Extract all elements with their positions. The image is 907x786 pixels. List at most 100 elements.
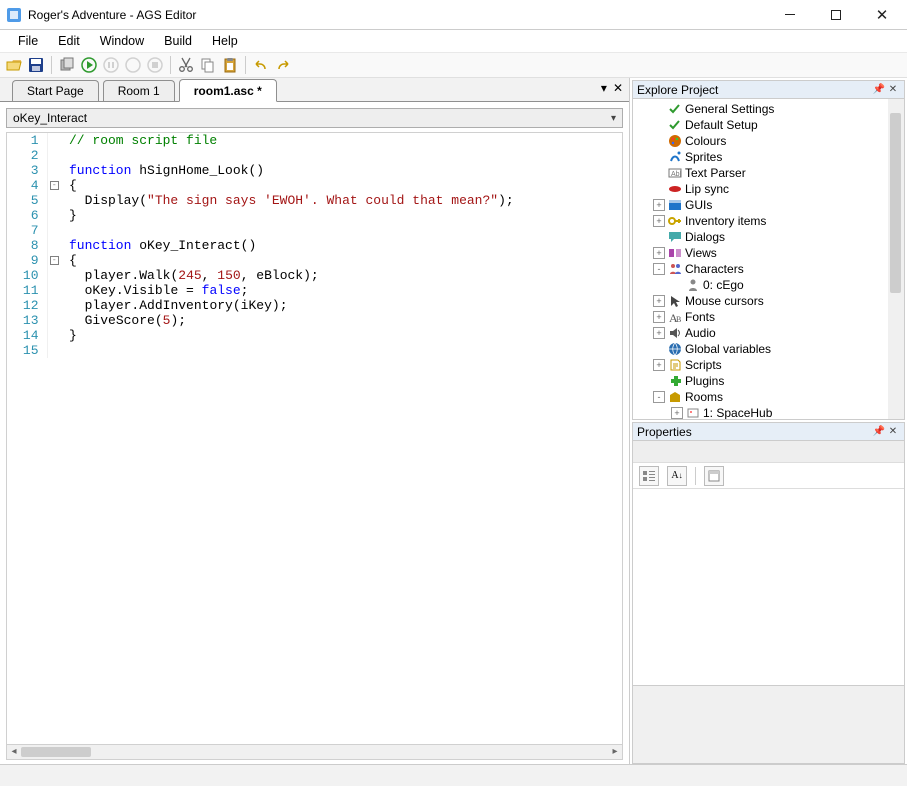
expander-icon[interactable]: - [653, 263, 665, 275]
code-line[interactable]: 12 player.AddInventory(iKey); [7, 298, 622, 313]
fold-gutter[interactable] [47, 283, 61, 298]
code-editor[interactable]: 1 // room script file 2 3 function hSign… [6, 132, 623, 744]
expander-icon[interactable]: + [653, 215, 665, 227]
code-line[interactable]: 7 [7, 223, 622, 238]
tree-node[interactable]: Global variables [633, 341, 904, 357]
code-line[interactable]: 1 // room script file [7, 133, 622, 148]
scroll-right-icon[interactable]: ▸ [608, 745, 622, 759]
fold-gutter[interactable] [47, 298, 61, 313]
expander-icon[interactable] [653, 103, 665, 115]
tree-node[interactable]: Dialogs [633, 229, 904, 245]
code-line[interactable]: 14 } [7, 328, 622, 343]
fold-gutter[interactable] [47, 163, 61, 178]
expander-icon[interactable]: + [653, 327, 665, 339]
project-tree[interactable]: General Settings Default Setup Colours S… [633, 99, 904, 419]
code-text[interactable] [61, 343, 622, 358]
menu-file[interactable]: File [8, 32, 48, 50]
run-icon[interactable] [79, 55, 99, 75]
fold-gutter[interactable] [47, 238, 61, 253]
code-line[interactable]: 10 player.Walk(245, 150, eBlock); [7, 268, 622, 283]
redo-icon[interactable] [273, 55, 293, 75]
code-text[interactable]: } [61, 328, 622, 343]
code-text[interactable]: // room script file [61, 133, 622, 148]
fold-gutter[interactable]: - [47, 178, 61, 193]
tree-node[interactable]: + Scripts [633, 357, 904, 373]
fold-gutter[interactable] [47, 268, 61, 283]
expander-icon[interactable] [653, 231, 665, 243]
code-text[interactable]: player.Walk(245, 150, eBlock); [61, 268, 622, 283]
code-line[interactable]: 8 function oKey_Interact() [7, 238, 622, 253]
pin-icon[interactable]: 📌 [872, 426, 886, 437]
fold-gutter[interactable] [47, 208, 61, 223]
code-text[interactable]: { [61, 253, 622, 268]
tree-node[interactable]: + Views [633, 245, 904, 261]
menu-help[interactable]: Help [202, 32, 248, 50]
expander-icon[interactable]: + [671, 407, 683, 419]
code-line[interactable]: 5 Display("The sign says 'EWOH'. What co… [7, 193, 622, 208]
expander-icon[interactable]: + [653, 359, 665, 371]
code-text[interactable]: { [61, 178, 622, 193]
fold-gutter[interactable] [47, 133, 61, 148]
tree-node[interactable]: + Inventory items [633, 213, 904, 229]
fold-gutter[interactable] [47, 223, 61, 238]
expander-icon[interactable]: + [653, 295, 665, 307]
code-line[interactable]: 2 [7, 148, 622, 163]
maximize-button[interactable] [813, 0, 859, 30]
code-text[interactable] [61, 148, 622, 163]
close-button[interactable]: ✕ [859, 0, 905, 30]
undo-icon[interactable] [251, 55, 271, 75]
tree-node[interactable]: - Characters [633, 261, 904, 277]
fold-gutter[interactable] [47, 328, 61, 343]
menu-window[interactable]: Window [90, 32, 154, 50]
code-text[interactable]: oKey.Visible = false; [61, 283, 622, 298]
tree-node[interactable]: Ab| Text Parser [633, 165, 904, 181]
tab-room1-asc[interactable]: room1.asc * [179, 79, 277, 102]
expander-icon[interactable]: + [653, 199, 665, 211]
code-line[interactable]: 15 [7, 343, 622, 358]
expander-icon[interactable]: + [653, 247, 665, 259]
paste-icon[interactable] [220, 55, 240, 75]
horizontal-scrollbar[interactable]: ◂ ▸ [6, 744, 623, 760]
tree-node[interactable]: + GUIs [633, 197, 904, 213]
scroll-left-icon[interactable]: ◂ [7, 745, 21, 759]
tab-room1[interactable]: Room 1 [103, 80, 175, 101]
minimize-button[interactable] [767, 0, 813, 30]
expander-icon[interactable] [653, 183, 665, 195]
expander-icon[interactable]: - [653, 391, 665, 403]
tree-node[interactable]: Colours [633, 133, 904, 149]
code-text[interactable]: } [61, 208, 622, 223]
expander-icon[interactable] [653, 151, 665, 163]
code-text[interactable] [61, 223, 622, 238]
code-line[interactable]: 4 - { [7, 178, 622, 193]
code-line[interactable]: 11 oKey.Visible = false; [7, 283, 622, 298]
panel-close-icon[interactable]: ✕ [886, 84, 900, 95]
code-line[interactable]: 6 } [7, 208, 622, 223]
expander-icon[interactable]: + [653, 311, 665, 323]
menu-build[interactable]: Build [154, 32, 202, 50]
properties-object-selector[interactable] [633, 441, 904, 463]
expander-icon[interactable] [653, 375, 665, 387]
code-text[interactable]: player.AddInventory(iKey); [61, 298, 622, 313]
code-text[interactable]: function oKey_Interact() [61, 238, 622, 253]
code-line[interactable]: 3 function hSignHome_Look() [7, 163, 622, 178]
function-dropdown[interactable]: oKey_Interact ▾ [6, 108, 623, 128]
fold-gutter[interactable]: - [47, 253, 61, 268]
categorized-icon[interactable] [639, 466, 659, 486]
expander-icon[interactable] [671, 279, 683, 291]
tree-node[interactable]: Default Setup [633, 117, 904, 133]
menu-edit[interactable]: Edit [48, 32, 90, 50]
fold-gutter[interactable] [47, 313, 61, 328]
cut-icon[interactable] [176, 55, 196, 75]
tree-node[interactable]: Plugins [633, 373, 904, 389]
property-pages-icon[interactable] [704, 466, 724, 486]
tree-node[interactable]: Sprites [633, 149, 904, 165]
tree-node[interactable]: + AB Fonts [633, 309, 904, 325]
code-line[interactable]: 13 GiveScore(5); [7, 313, 622, 328]
fold-gutter[interactable] [47, 193, 61, 208]
panel-close-icon[interactable]: ✕ [886, 426, 900, 437]
build-icon[interactable] [57, 55, 77, 75]
copy-icon[interactable] [198, 55, 218, 75]
alphabetical-icon[interactable]: A↓ [667, 466, 687, 486]
tree-node[interactable]: - Rooms [633, 389, 904, 405]
code-text[interactable]: function hSignHome_Look() [61, 163, 622, 178]
